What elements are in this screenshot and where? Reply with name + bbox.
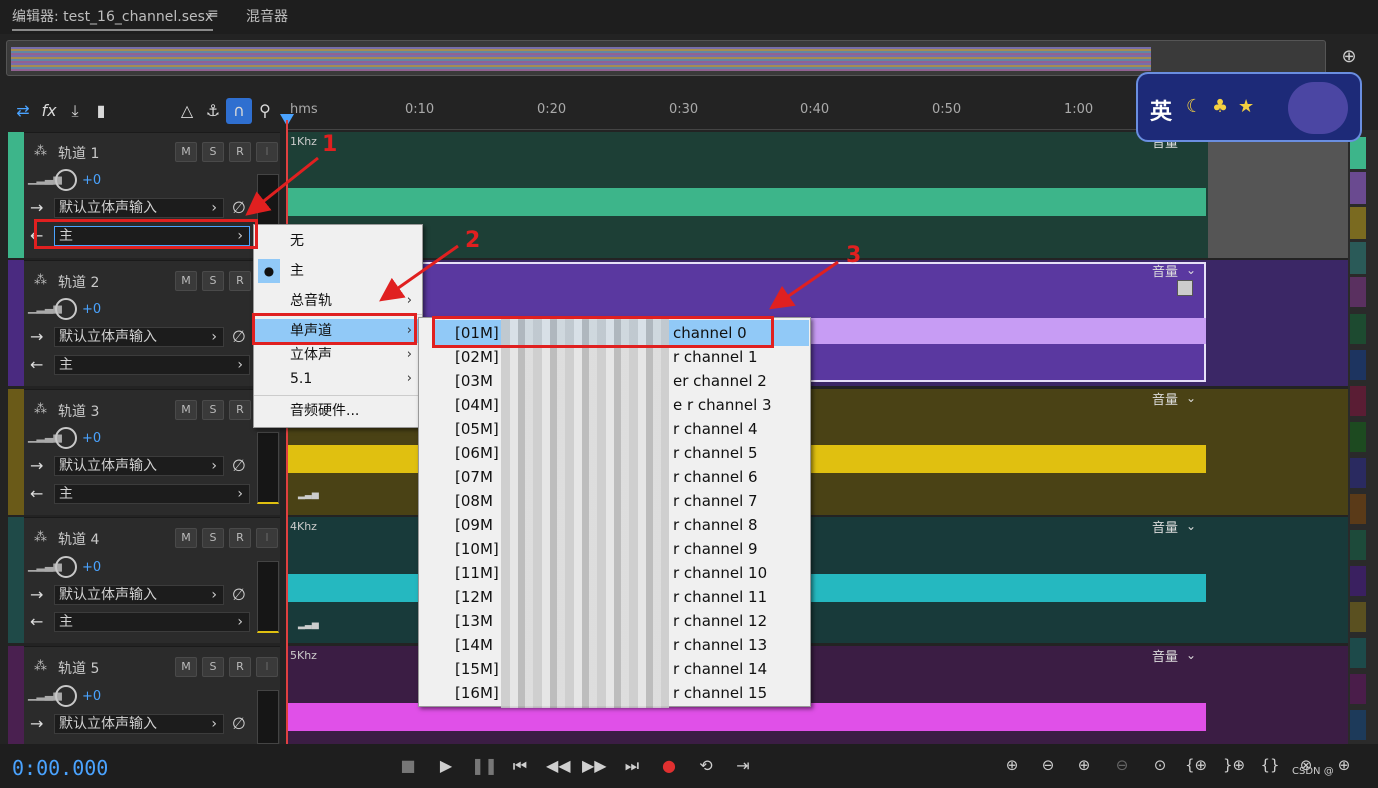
skip-to-end-icon[interactable]: ⏭ xyxy=(620,756,644,776)
current-time[interactable]: 0:00.000 xyxy=(12,756,108,780)
zoom-in-time-icon[interactable]: ⊕ xyxy=(1070,756,1098,774)
annotation-arrows xyxy=(245,156,839,310)
zoom-fit-icon[interactable]: ⊕ xyxy=(1330,756,1358,774)
rewind-icon[interactable]: ◀◀ xyxy=(546,756,571,775)
skip-to-start-icon[interactable]: ⏮ xyxy=(508,756,532,776)
loop-icon[interactable]: ⟲ xyxy=(694,756,718,775)
watermark: CSDN @ xyxy=(1292,766,1334,777)
zoom-out-amplitude-icon[interactable]: ⊖ xyxy=(1034,756,1062,774)
zoom-in-right-icon[interactable]: }⊕ xyxy=(1220,756,1248,774)
annotation-arrow-2 xyxy=(379,244,459,302)
pause-icon[interactable]: ❚❚ xyxy=(471,756,498,775)
annotation-arrow-1 xyxy=(245,156,319,216)
zoom-in-left-icon[interactable]: {⊕ xyxy=(1182,756,1210,774)
record-icon[interactable]: ● xyxy=(657,756,681,775)
fast-forward-icon[interactable]: ▶▶ xyxy=(582,756,607,775)
skip-selection-icon[interactable]: ⇥ xyxy=(731,756,755,775)
zoom-selection-icon[interactable]: {} xyxy=(1256,756,1284,774)
annotation-arrow-3 xyxy=(769,260,839,310)
stop-icon[interactable]: ■ xyxy=(396,756,420,775)
zoom-in-amplitude-icon[interactable]: ⊕ xyxy=(998,756,1026,774)
zoom-out-time-icon[interactable]: ⊖ xyxy=(1108,756,1136,774)
play-icon[interactable]: ▶ xyxy=(434,756,458,775)
zoom-full-icon[interactable]: ⊙ xyxy=(1146,756,1174,774)
